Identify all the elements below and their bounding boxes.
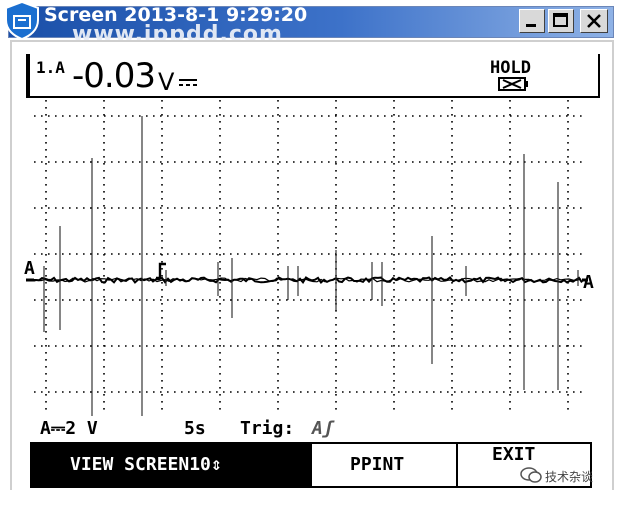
scope-display [26, 100, 600, 420]
reading-value: -0.03 [72, 56, 156, 96]
maximize-icon [553, 13, 568, 27]
exit-softkey[interactable]: EXIT [492, 444, 535, 465]
reading-unit: V [158, 68, 175, 96]
timebase-label: 5s [184, 418, 206, 439]
print-softkey[interactable]: PPINT [350, 454, 404, 475]
minimize-icon [526, 24, 536, 27]
trigger-marker [156, 262, 166, 280]
shield-logo-icon [5, 0, 39, 40]
maximize-button[interactable] [548, 9, 574, 33]
channel-label: 1.A [36, 58, 65, 77]
reading-panel-edge [26, 54, 30, 98]
caption-watermark: 技术杂谈 [545, 470, 594, 484]
trace-marker-left: A [24, 258, 35, 279]
close-button[interactable] [580, 9, 608, 33]
trace-marker-right: A [583, 272, 594, 293]
vertical-scale-label: A⎓2 V [40, 418, 98, 439]
wechat-icon [520, 467, 542, 483]
view-screen-softkey-label: VIEW SCREEN10⇕ [70, 454, 222, 475]
bottom-strip [10, 490, 614, 504]
hold-indicator: HOLD [490, 58, 531, 78]
scope-graph [26, 100, 588, 416]
softkey-divider [456, 444, 458, 488]
trigger-label: Trig: [240, 418, 295, 439]
battery-icon [498, 77, 528, 91]
close-icon [587, 14, 601, 28]
minimize-button[interactable] [519, 9, 545, 33]
trigger-value: Aʃ [312, 418, 334, 439]
dc-symbol-icon [179, 79, 197, 86]
